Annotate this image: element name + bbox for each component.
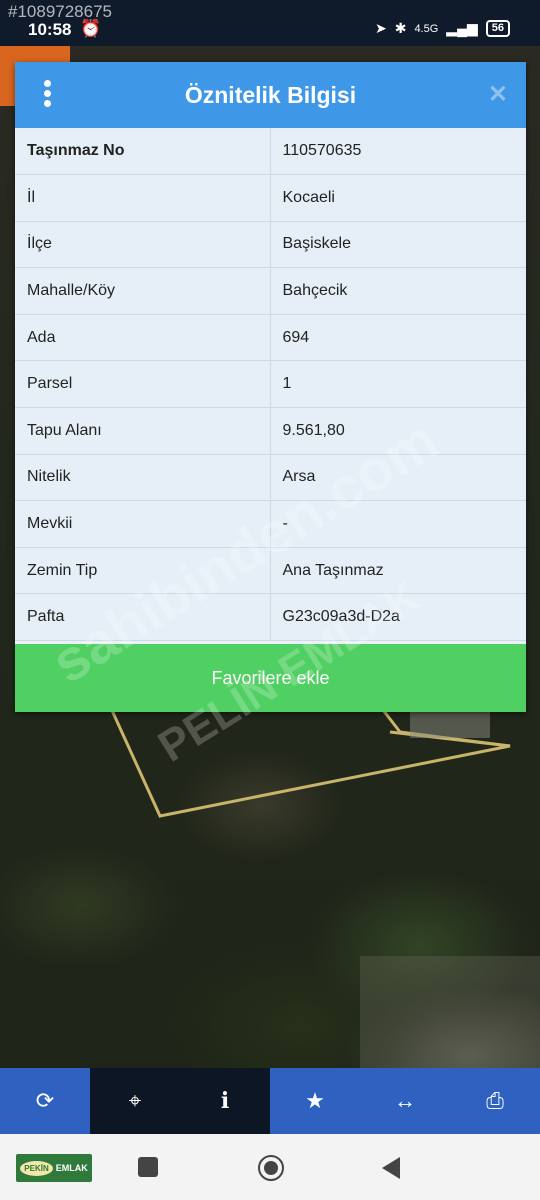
attribute-key: Ada <box>15 314 271 362</box>
attribute-value: - <box>270 500 526 548</box>
attribute-info-dialog: Öznitelik Bilgisi ✕ Taşınmaz No 110570635… <box>15 62 526 712</box>
close-icon[interactable]: ✕ <box>488 80 508 109</box>
attribute-value: 110570635 <box>270 128 526 176</box>
info-button[interactable]: i <box>180 1068 270 1134</box>
back-button[interactable] <box>382 1157 400 1179</box>
locate-icon: ⌖ <box>128 1088 142 1113</box>
attribute-key: Taşınmaz No <box>15 128 271 176</box>
attribute-key: Zemin Tip <box>15 547 271 595</box>
attribute-key: Tapu Alanı <box>15 407 271 455</box>
measure-button[interactable]: ↔ <box>360 1068 450 1134</box>
attribute-key: Mahalle/Köy <box>15 267 271 315</box>
attribute-value: Arsa <box>270 454 526 502</box>
dialog-header: Öznitelik Bilgisi ✕ <box>15 62 526 128</box>
attribute-value: Bahçecik <box>270 267 526 315</box>
pekin-emlak-logo: PEKİN EMLAK <box>16 1154 92 1182</box>
table-row: Nitelik Arsa <box>15 454 526 502</box>
print-button[interactable]: ⎙ <box>450 1068 540 1134</box>
system-nav-bar: PEKİN EMLAK <box>0 1134 540 1200</box>
table-row: Mahalle/Köy Bahçecik <box>15 267 526 315</box>
refresh-icon: ⟳ <box>35 1088 55 1113</box>
table-row: Pafta G23c09a3d-D2a <box>15 593 526 642</box>
table-row: Mevkii - <box>15 500 526 548</box>
bluetooth-icon: ✱ <box>394 20 407 36</box>
attribute-key: İlçe <box>15 221 271 269</box>
table-row: İl Kocaeli <box>15 174 526 222</box>
table-row: Ada 694 <box>15 314 526 362</box>
alarm-icon: ⏰ <box>80 19 102 38</box>
home-button[interactable] <box>258 1155 284 1181</box>
measure-icon: ↔ <box>394 1088 416 1113</box>
bottom-toolbar: ⟳ ⌖ i ★ ↔ ⎙ <box>0 1068 540 1134</box>
dialog-title: Öznitelik Bilgisi <box>184 82 357 108</box>
table-row: Taşınmaz No 110570635 <box>15 128 526 176</box>
table-row: Tapu Alanı 9.561,80 <box>15 407 526 455</box>
recent-apps-button[interactable] <box>138 1157 158 1177</box>
attribute-value: G23c09a3d-D2a <box>270 593 526 642</box>
signal-icon: 4.5G <box>414 22 439 35</box>
favorites-button[interactable]: ★ <box>270 1068 360 1134</box>
image-id-watermark: #1089728675 <box>8 2 113 21</box>
attribute-value: Başiskele <box>270 221 526 269</box>
attribute-key: İl <box>15 174 271 222</box>
battery-icon: 56 <box>485 20 510 37</box>
table-row: İlçe Başiskele <box>15 221 526 269</box>
attribute-key: Mevkii <box>15 500 271 548</box>
add-favorite-button[interactable]: Favorilere ekle <box>15 644 526 712</box>
table-row: Parsel 1 <box>15 360 526 409</box>
status-icons: ➤ ✱ 4.5G ▂▄▆ 56 <box>375 20 510 37</box>
star-icon: ★ <box>305 1088 325 1113</box>
location-arrow-icon: ➤ <box>374 20 387 36</box>
attribute-value: Kocaeli <box>270 174 526 222</box>
attribute-key: Pafta <box>15 593 271 642</box>
signal-bars-icon: ▂▄▆ <box>446 20 478 36</box>
attribute-value: 694 <box>270 314 526 362</box>
attribute-value: 9.561,80 <box>270 407 526 455</box>
info-icon: i <box>220 1088 230 1114</box>
attribute-table: Taşınmaz No 110570635 İl Kocaeli İlçe Başiske… <box>15 128 526 642</box>
refresh-button[interactable]: ⟳ <box>0 1068 90 1134</box>
attribute-value: Ana Taşınmaz <box>270 547 526 595</box>
print-icon: ⎙ <box>486 1088 504 1113</box>
attribute-key: Parsel <box>15 360 271 409</box>
attribute-value: 1 <box>270 360 526 409</box>
attribute-key: Nitelik <box>15 454 271 502</box>
table-row: Zemin Tip Ana Taşınmaz <box>15 547 526 595</box>
locate-button[interactable]: ⌖ <box>90 1068 180 1134</box>
status-time: 10:58 <box>28 20 72 39</box>
